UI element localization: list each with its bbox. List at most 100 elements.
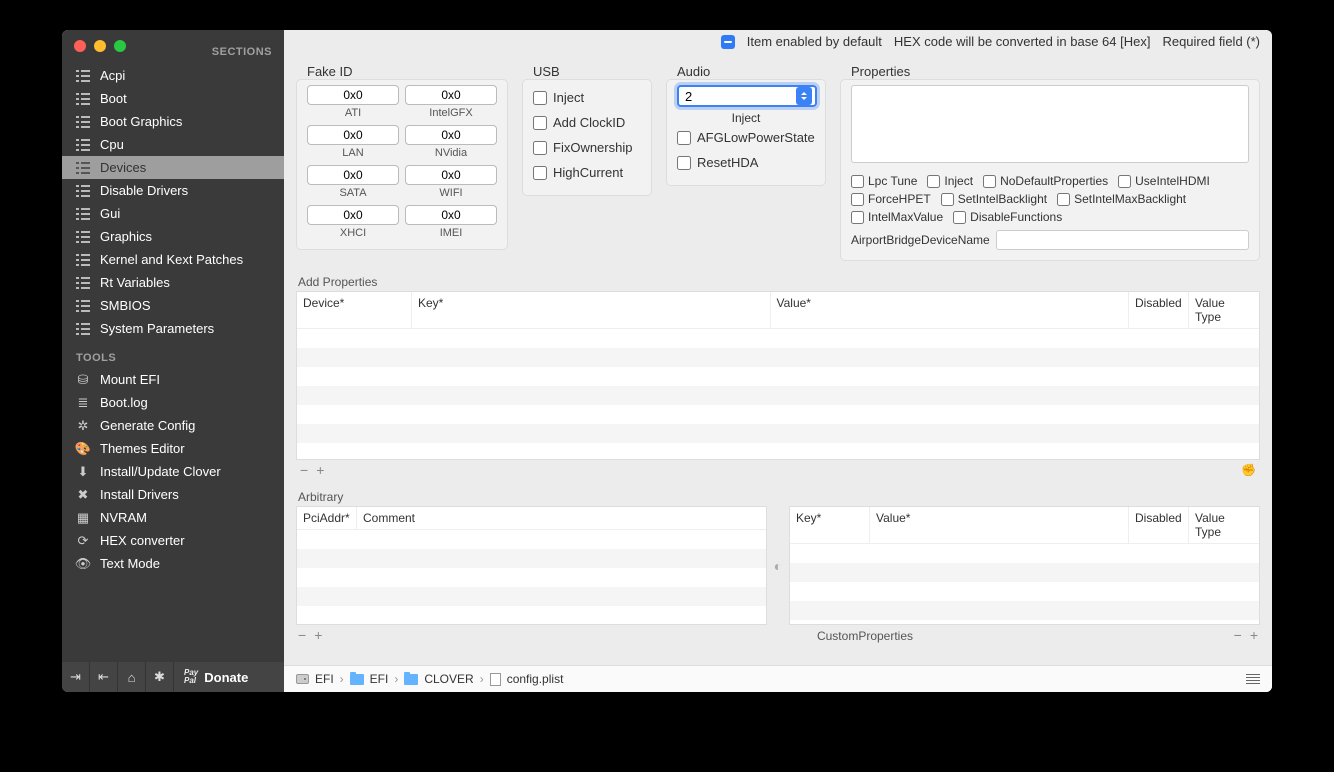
fakeid-sata-input[interactable] bbox=[307, 165, 399, 185]
properties-title: Properties bbox=[849, 64, 1249, 85]
wrench-icon: ✖ bbox=[76, 488, 90, 502]
sidebar-item-gui[interactable]: Gui bbox=[62, 202, 284, 225]
hex-note: HEX code will be converted in base 64 [H… bbox=[894, 34, 1151, 49]
tool-hex-converter[interactable]: ⟳HEX converter bbox=[62, 529, 284, 552]
sidebar-item-acpi[interactable]: Acpi bbox=[62, 64, 284, 87]
prop-useintelhdmi-label: UseIntelHDMI bbox=[1135, 174, 1210, 188]
sidebar-item-devices[interactable]: Devices bbox=[62, 156, 284, 179]
prop-disablefunctions-label: DisableFunctions bbox=[970, 210, 1062, 224]
share-button[interactable]: ✱ bbox=[146, 662, 174, 692]
sidebar-item-rt-variables[interactable]: Rt Variables bbox=[62, 271, 284, 294]
prop-nodefault-checkbox[interactable] bbox=[983, 175, 996, 188]
usb-fixownership-label: FixOwnership bbox=[553, 140, 632, 155]
sidebar-item-system-parameters[interactable]: System Parameters bbox=[62, 317, 284, 340]
tool-themes-editor[interactable]: 🎨Themes Editor bbox=[62, 437, 284, 460]
prop-disablefunctions-checkbox[interactable] bbox=[953, 211, 966, 224]
tool-mount-efi[interactable]: ⛁Mount EFI bbox=[62, 368, 284, 391]
usb-inject-checkbox[interactable] bbox=[533, 91, 547, 105]
tool-label: Generate Config bbox=[100, 418, 195, 433]
prop-lpctune-checkbox[interactable] bbox=[851, 175, 864, 188]
tool-label: Mount EFI bbox=[100, 372, 160, 387]
fakeid-imei-input[interactable] bbox=[405, 205, 497, 225]
th-valuetype[interactable]: Value Type bbox=[1189, 292, 1259, 328]
prop-setintelbacklight-checkbox[interactable] bbox=[941, 193, 954, 206]
prop-setintelmaxbacklight-checkbox[interactable] bbox=[1057, 193, 1070, 206]
sidebar-item-label: SMBIOS bbox=[100, 298, 151, 313]
fakeid-lan-input[interactable] bbox=[307, 125, 399, 145]
fakeid-xhci-input[interactable] bbox=[307, 205, 399, 225]
sidebar-item-disable-drivers[interactable]: Disable Drivers bbox=[62, 179, 284, 202]
sidebar-item-boot[interactable]: Boot bbox=[62, 87, 284, 110]
addproperties-header: Device* Key* Value* Disabled Value Type bbox=[297, 292, 1259, 329]
addproperties-body[interactable] bbox=[297, 329, 1259, 459]
sidebar-item-label: Boot Graphics bbox=[100, 114, 182, 129]
usb-fixownership-checkbox[interactable] bbox=[533, 141, 547, 155]
th-device[interactable]: Device* bbox=[297, 292, 412, 328]
audio-inject-select[interactable]: 2 bbox=[677, 85, 817, 107]
usb-addclockid-checkbox[interactable] bbox=[533, 116, 547, 130]
list-icon bbox=[76, 276, 90, 290]
home-button[interactable]: ⌂ bbox=[118, 662, 146, 692]
prop-intelmaxvalue-checkbox[interactable] bbox=[851, 211, 864, 224]
sidebar-item-label: System Parameters bbox=[100, 321, 214, 336]
donate-label: Donate bbox=[204, 670, 248, 685]
audio-afglowpower-checkbox[interactable] bbox=[677, 131, 691, 145]
tool-generate-config[interactable]: ✲Generate Config bbox=[62, 414, 284, 437]
sidebar-item-smbios[interactable]: SMBIOS bbox=[62, 294, 284, 317]
fakeid-ati-input[interactable] bbox=[307, 85, 399, 105]
th-key[interactable]: Key* bbox=[412, 292, 771, 328]
export-button[interactable]: ⇤ bbox=[90, 662, 118, 692]
th-disabled[interactable]: Disabled bbox=[1129, 292, 1189, 328]
list-icon bbox=[76, 161, 90, 175]
arbitrary-right-body[interactable] bbox=[790, 544, 1259, 624]
audio-inject-value: 2 bbox=[685, 89, 692, 104]
item-enabled-toggle[interactable] bbox=[721, 35, 735, 49]
prop-useintelhdmi-checkbox[interactable] bbox=[1118, 175, 1131, 188]
arbitrary-left-controls: − + bbox=[298, 627, 322, 643]
bc-efi-folder[interactable]: EFI bbox=[370, 672, 389, 686]
th-arb-valuetype[interactable]: Value Type bbox=[1189, 507, 1259, 543]
sidebar-item-graphics[interactable]: Graphics bbox=[62, 225, 284, 248]
fakeid-xhci-label: XHCI bbox=[307, 227, 399, 239]
prop-setintelmaxbacklight-label: SetIntelMaxBacklight bbox=[1074, 192, 1186, 206]
arb-right-remove-button[interactable]: − bbox=[1234, 627, 1242, 643]
th-comment[interactable]: Comment bbox=[357, 507, 766, 529]
airport-input[interactable] bbox=[996, 230, 1249, 250]
fakeid-nvidia-input[interactable] bbox=[405, 125, 497, 145]
fakeid-wifi-input[interactable] bbox=[405, 165, 497, 185]
th-arb-value[interactable]: Value* bbox=[870, 507, 1129, 543]
tool-install-drivers[interactable]: ✖Install Drivers bbox=[62, 483, 284, 506]
tool-bootlog[interactable]: ≣Boot.log bbox=[62, 391, 284, 414]
fakeid-intelgfx-input[interactable] bbox=[405, 85, 497, 105]
bc-clover-folder[interactable]: CLOVER bbox=[424, 672, 473, 686]
tool-label: Boot.log bbox=[100, 395, 148, 410]
import-button[interactable]: ⇥ bbox=[62, 662, 90, 692]
sidebar-item-boot-graphics[interactable]: Boot Graphics bbox=[62, 110, 284, 133]
usb-highcurrent-checkbox[interactable] bbox=[533, 166, 547, 180]
tool-nvram[interactable]: ▦NVRAM bbox=[62, 506, 284, 529]
sidebar-item-cpu[interactable]: Cpu bbox=[62, 133, 284, 156]
th-value[interactable]: Value* bbox=[771, 292, 1130, 328]
properties-textarea[interactable] bbox=[851, 85, 1249, 163]
arb-right-add-button[interactable]: + bbox=[1250, 627, 1258, 643]
sidebar-item-kernel-kext[interactable]: Kernel and Kext Patches bbox=[62, 248, 284, 271]
th-arb-key[interactable]: Key* bbox=[790, 507, 870, 543]
remove-row-button[interactable]: − bbox=[300, 462, 308, 478]
add-row-button[interactable]: + bbox=[316, 462, 324, 478]
menu-icon[interactable] bbox=[1246, 674, 1260, 684]
donate-button[interactable]: PayPalDonate bbox=[174, 669, 258, 685]
th-pciaddr[interactable]: PciAddr* bbox=[297, 507, 357, 529]
grab-handle-icon[interactable]: ✊ bbox=[1241, 463, 1256, 477]
prop-forcehpet-checkbox[interactable] bbox=[851, 193, 864, 206]
tool-install-update-clover[interactable]: ⬇Install/Update Clover bbox=[62, 460, 284, 483]
audio-resethda-checkbox[interactable] bbox=[677, 156, 691, 170]
arbitrary-left-body[interactable] bbox=[297, 530, 766, 610]
sidebar-item-label: Boot bbox=[100, 91, 127, 106]
arb-left-remove-button[interactable]: − bbox=[298, 627, 306, 643]
tool-text-mode[interactable]: 👁Text Mode bbox=[62, 552, 284, 575]
th-arb-disabled[interactable]: Disabled bbox=[1129, 507, 1189, 543]
arb-left-add-button[interactable]: + bbox=[314, 627, 322, 643]
prop-inject-checkbox[interactable] bbox=[927, 175, 940, 188]
bc-config-file[interactable]: config.plist bbox=[507, 672, 564, 686]
bc-efi-drive[interactable]: EFI bbox=[315, 672, 334, 686]
